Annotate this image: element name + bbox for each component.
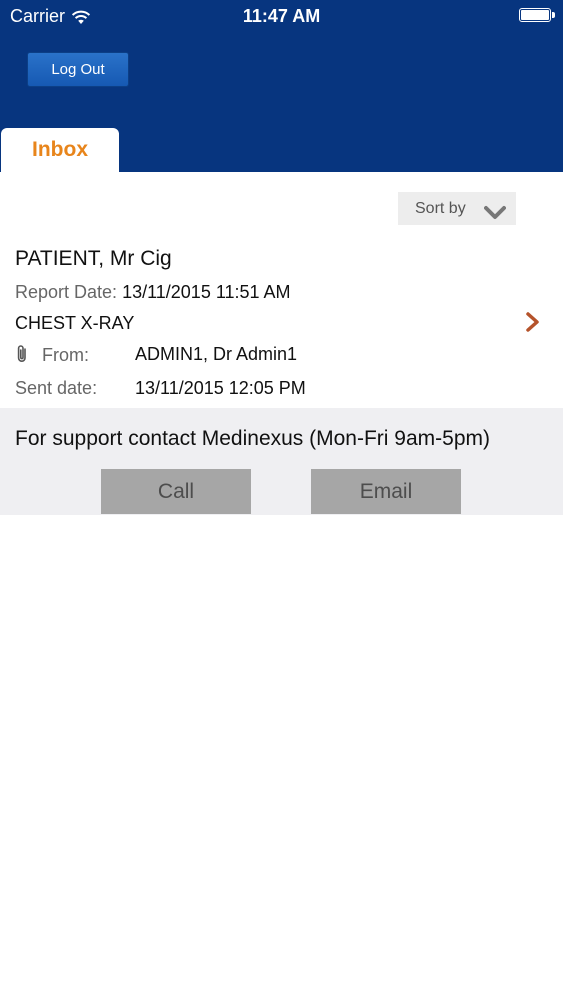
paperclip-icon (15, 344, 29, 364)
chevron-right-icon (525, 311, 541, 333)
report-date-value: 13/11/2015 11:51 AM (122, 282, 291, 302)
sent-date-label: Sent date: (15, 378, 98, 398)
sort-by-label: Sort by (415, 200, 466, 217)
support-text: For support contact Medinexus (Mon-Fri 9… (15, 427, 490, 450)
email-button[interactable]: Email (311, 469, 461, 514)
report-date-label: Report Date: (15, 282, 118, 302)
battery-icon (519, 8, 555, 24)
report-date-row: Report Date: 13/11/2015 11:51 AM (15, 282, 291, 303)
patient-name: PATIENT, Mr Cig (15, 247, 172, 270)
sort-by-dropdown[interactable]: Sort by (398, 192, 516, 225)
sent-date-row: Sent date: (15, 378, 97, 399)
inbox-message-row[interactable]: PATIENT, Mr Cig Report Date: 13/11/2015 … (0, 236, 563, 408)
support-panel: For support contact Medinexus (Mon-Fri 9… (0, 408, 563, 515)
from-row: From: (15, 344, 89, 366)
status-time: 11:47 AM (242, 6, 321, 26)
status-bar: Carrier 11:47 AM (0, 0, 563, 34)
from-value: ADMIN1, Dr Admin1 (135, 344, 298, 364)
exam-title: CHEST X-RAY (15, 313, 135, 333)
sent-date-value: 13/11/2015 12:05 PM (135, 378, 306, 398)
tab-inbox[interactable]: Inbox (1, 128, 119, 172)
logout-button[interactable]: Log Out (27, 52, 129, 87)
from-label: From: (42, 345, 90, 365)
chevron-down-icon (484, 200, 506, 219)
app-header: Carrier 11:47 AM Log Out Inbox (0, 0, 563, 172)
inbox-screen: Carrier 11:47 AM Log Out Inbox Sort by P… (0, 0, 563, 1000)
call-button[interactable]: Call (101, 469, 251, 514)
